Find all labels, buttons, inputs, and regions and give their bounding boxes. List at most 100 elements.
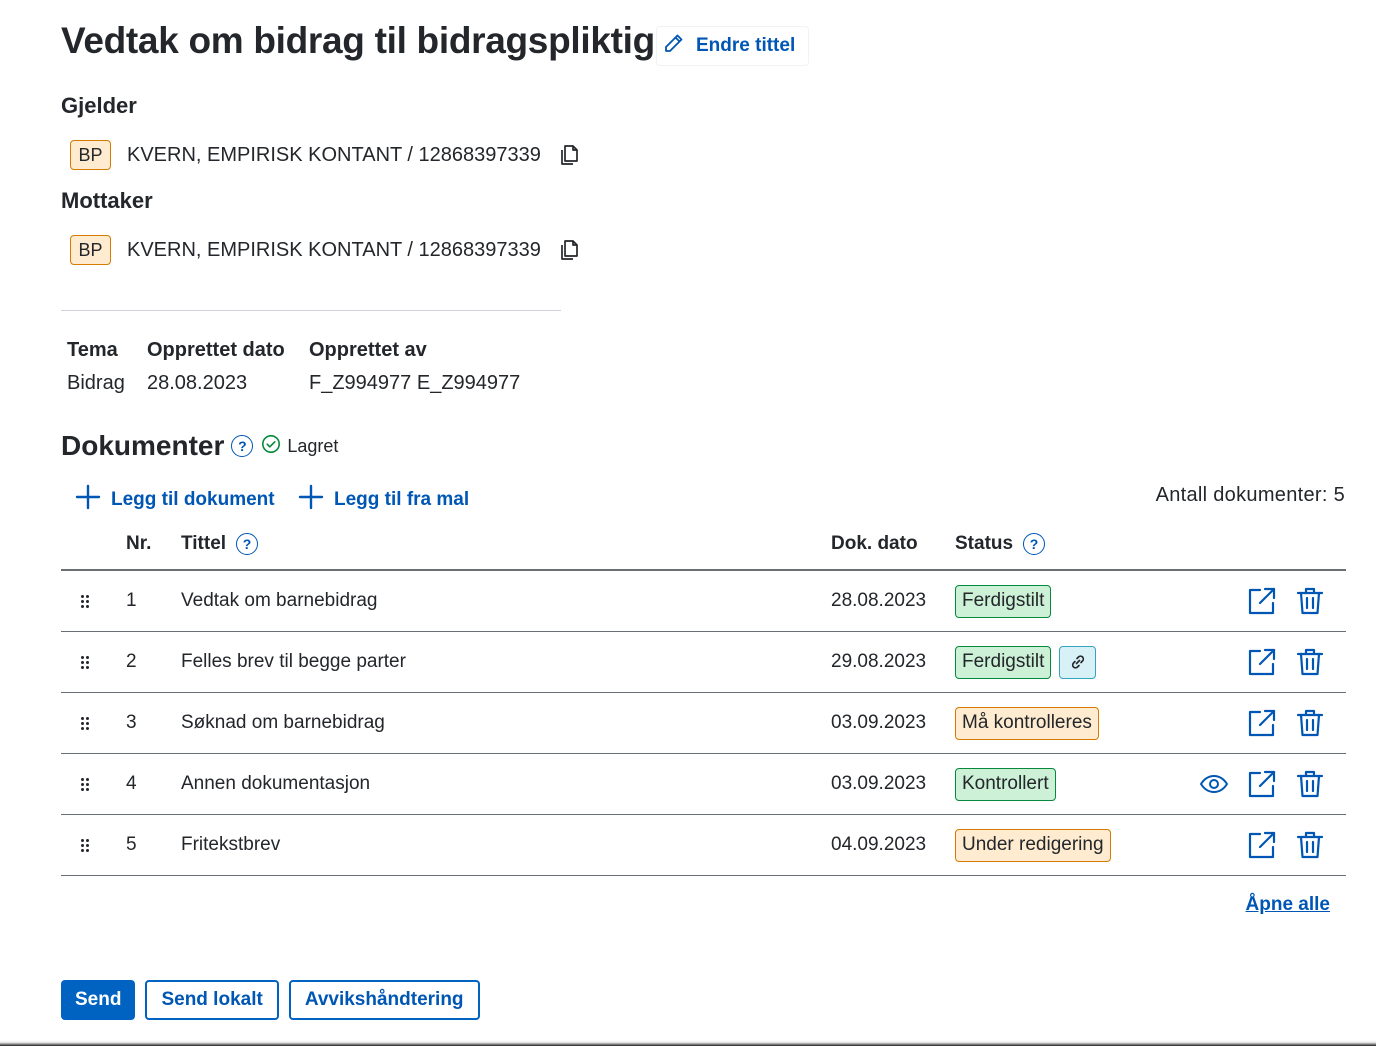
- row-date: 03.09.2023: [831, 712, 927, 733]
- status-badge: Må kontrolleres: [955, 706, 1099, 740]
- row-actions: [1186, 815, 1346, 875]
- row-status: Ferdigstilt: [955, 632, 1097, 692]
- drag-handle-icon[interactable]: [81, 571, 93, 631]
- send-button[interactable]: Send: [61, 980, 136, 1020]
- row-actions: [1186, 754, 1346, 814]
- row-date: 28.08.2023: [831, 590, 927, 611]
- row-number: 5: [126, 834, 137, 855]
- trash-icon[interactable]: [1294, 768, 1326, 800]
- person-name-id: KVERN, EMPIRISK KONTANT / 12868397339: [127, 238, 541, 261]
- meta-value: 28.08.2023: [147, 372, 248, 394]
- page-title: Vedtak om bidrag til bidragspliktig: [61, 20, 655, 61]
- divider: [61, 310, 561, 311]
- column-header-date: Dok. dato: [831, 533, 918, 554]
- column-header-title: Tittel ?: [181, 533, 259, 555]
- row-number: 1: [126, 590, 137, 611]
- row-actions: [1186, 632, 1346, 692]
- table-row[interactable]: 2 Felles brev til begge parter 29.08.2023 F…: [61, 632, 1346, 693]
- meta-label: Tema: [67, 339, 118, 361]
- trash-icon[interactable]: [1294, 829, 1326, 861]
- meta-opprettet-av: Opprettet av F_Z994977 E_Z994977: [309, 336, 520, 399]
- column-header-status-label: Status: [955, 533, 1014, 554]
- row-title: Fritekstbrev: [181, 834, 281, 855]
- pencil-icon: [662, 31, 686, 61]
- status-badge: Kontrollert: [955, 767, 1056, 801]
- row-title: Vedtak om barnebidrag: [181, 590, 378, 611]
- row-title: Felles brev til begge parter: [181, 651, 406, 672]
- drag-handle-icon[interactable]: [81, 693, 93, 753]
- external-link-icon[interactable]: [1246, 768, 1278, 800]
- meta-tema: Tema Bidrag: [67, 336, 125, 399]
- role-tag: BP: [70, 235, 111, 265]
- drag-handle-icon[interactable]: [81, 754, 93, 814]
- add-from-template-label: Legg til fra mal: [334, 489, 470, 510]
- link-icon: [1059, 645, 1097, 679]
- table-header: Nr. Tittel ? Dok. dato Status ?: [61, 528, 1346, 571]
- documents-header: Dokumenter ? Lagret: [61, 430, 338, 462]
- row-date: 29.08.2023: [831, 651, 927, 672]
- plus-icon: [298, 484, 324, 516]
- row-status: Under redigering: [955, 815, 1111, 875]
- trash-icon[interactable]: [1294, 585, 1326, 617]
- status-badge: Under redigering: [955, 828, 1111, 862]
- eye-icon[interactable]: [1198, 768, 1230, 800]
- row-actions: [1186, 571, 1346, 631]
- column-header-status: Status ?: [955, 533, 1046, 555]
- row-title: Søknad om barnebidrag: [181, 712, 385, 733]
- meta-value: Bidrag: [67, 372, 125, 394]
- table-row[interactable]: 3 Søknad om barnebidrag 03.09.2023 Må kontr…: [61, 693, 1346, 754]
- copy-icon[interactable]: [557, 238, 581, 262]
- meta-label: Opprettet dato: [147, 339, 285, 361]
- external-link-icon[interactable]: [1246, 829, 1278, 861]
- question-circle-icon[interactable]: ?: [231, 435, 254, 457]
- trash-icon[interactable]: [1294, 646, 1326, 678]
- gjelder-heading: Gjelder: [61, 93, 137, 118]
- external-link-icon[interactable]: [1246, 585, 1278, 617]
- column-header-title-label: Tittel: [181, 533, 227, 554]
- add-document-button[interactable]: Legg til dokument: [75, 484, 275, 516]
- action-buttons: Send Send lokalt Avvikshåndtering: [61, 980, 480, 1020]
- saved-label: Lagret: [287, 435, 339, 456]
- question-circle-icon[interactable]: ?: [1023, 533, 1046, 555]
- check-circle-icon: [261, 434, 281, 459]
- column-header-nr: Nr.: [126, 533, 152, 554]
- table-row[interactable]: 1 Vedtak om barnebidrag 28.08.2023 Ferdigst…: [61, 571, 1346, 632]
- mottaker-person: BP KVERN, EMPIRISK KONTANT / 12868397339: [70, 235, 581, 265]
- person-name-id: KVERN, EMPIRISK KONTANT / 12868397339: [127, 143, 541, 166]
- row-number: 3: [126, 712, 137, 733]
- row-number: 2: [126, 651, 137, 672]
- saved-indicator: Lagret: [261, 434, 338, 459]
- row-actions: [1186, 693, 1346, 753]
- send-local-button[interactable]: Send lokalt: [145, 980, 279, 1020]
- gjelder-person: BP KVERN, EMPIRISK KONTANT / 12868397339: [70, 140, 581, 170]
- row-status: Ferdigstilt: [955, 571, 1052, 631]
- trash-icon[interactable]: [1294, 707, 1326, 739]
- external-link-icon[interactable]: [1246, 646, 1278, 678]
- question-circle-icon[interactable]: ?: [236, 533, 259, 555]
- meta-opprettet-dato: Opprettet dato 28.08.2023: [147, 336, 285, 399]
- edit-title-label: Endre tittel: [696, 35, 796, 56]
- external-link-icon[interactable]: [1246, 707, 1278, 739]
- bottom-edge: [0, 1040, 1376, 1046]
- add-from-template-button[interactable]: Legg til fra mal: [298, 484, 469, 516]
- row-title: Annen dokumentasjon: [181, 773, 371, 794]
- open-all-link[interactable]: Åpne alle: [1246, 894, 1330, 916]
- copy-icon[interactable]: [557, 143, 581, 167]
- meta-value: F_Z994977 E_Z994977: [309, 372, 521, 394]
- edit-title-button[interactable]: Endre tittel: [656, 26, 809, 66]
- documents-table: Nr. Tittel ? Dok. dato Status ? 1 Vedtak …: [61, 528, 1346, 876]
- row-status: Kontrollert: [955, 754, 1056, 814]
- status-badge: Ferdigstilt: [955, 584, 1052, 618]
- drag-handle-icon[interactable]: [81, 632, 93, 692]
- deviation-button[interactable]: Avvikshåndtering: [288, 980, 480, 1020]
- drag-handle-icon[interactable]: [81, 815, 93, 875]
- row-status: Må kontrolleres: [955, 693, 1099, 753]
- mottaker-heading: Mottaker: [61, 188, 153, 213]
- role-tag: BP: [70, 140, 111, 170]
- row-date: 04.09.2023: [831, 834, 927, 855]
- table-row[interactable]: 5 Fritekstbrev 04.09.2023 Under redigering: [61, 815, 1346, 876]
- document-count: Antall dokumenter: 5: [1155, 484, 1345, 506]
- table-row[interactable]: 4 Annen dokumentasjon 03.09.2023 Kontroller…: [61, 754, 1346, 815]
- documents-title: Dokumenter: [61, 430, 225, 461]
- row-date: 03.09.2023: [831, 773, 927, 794]
